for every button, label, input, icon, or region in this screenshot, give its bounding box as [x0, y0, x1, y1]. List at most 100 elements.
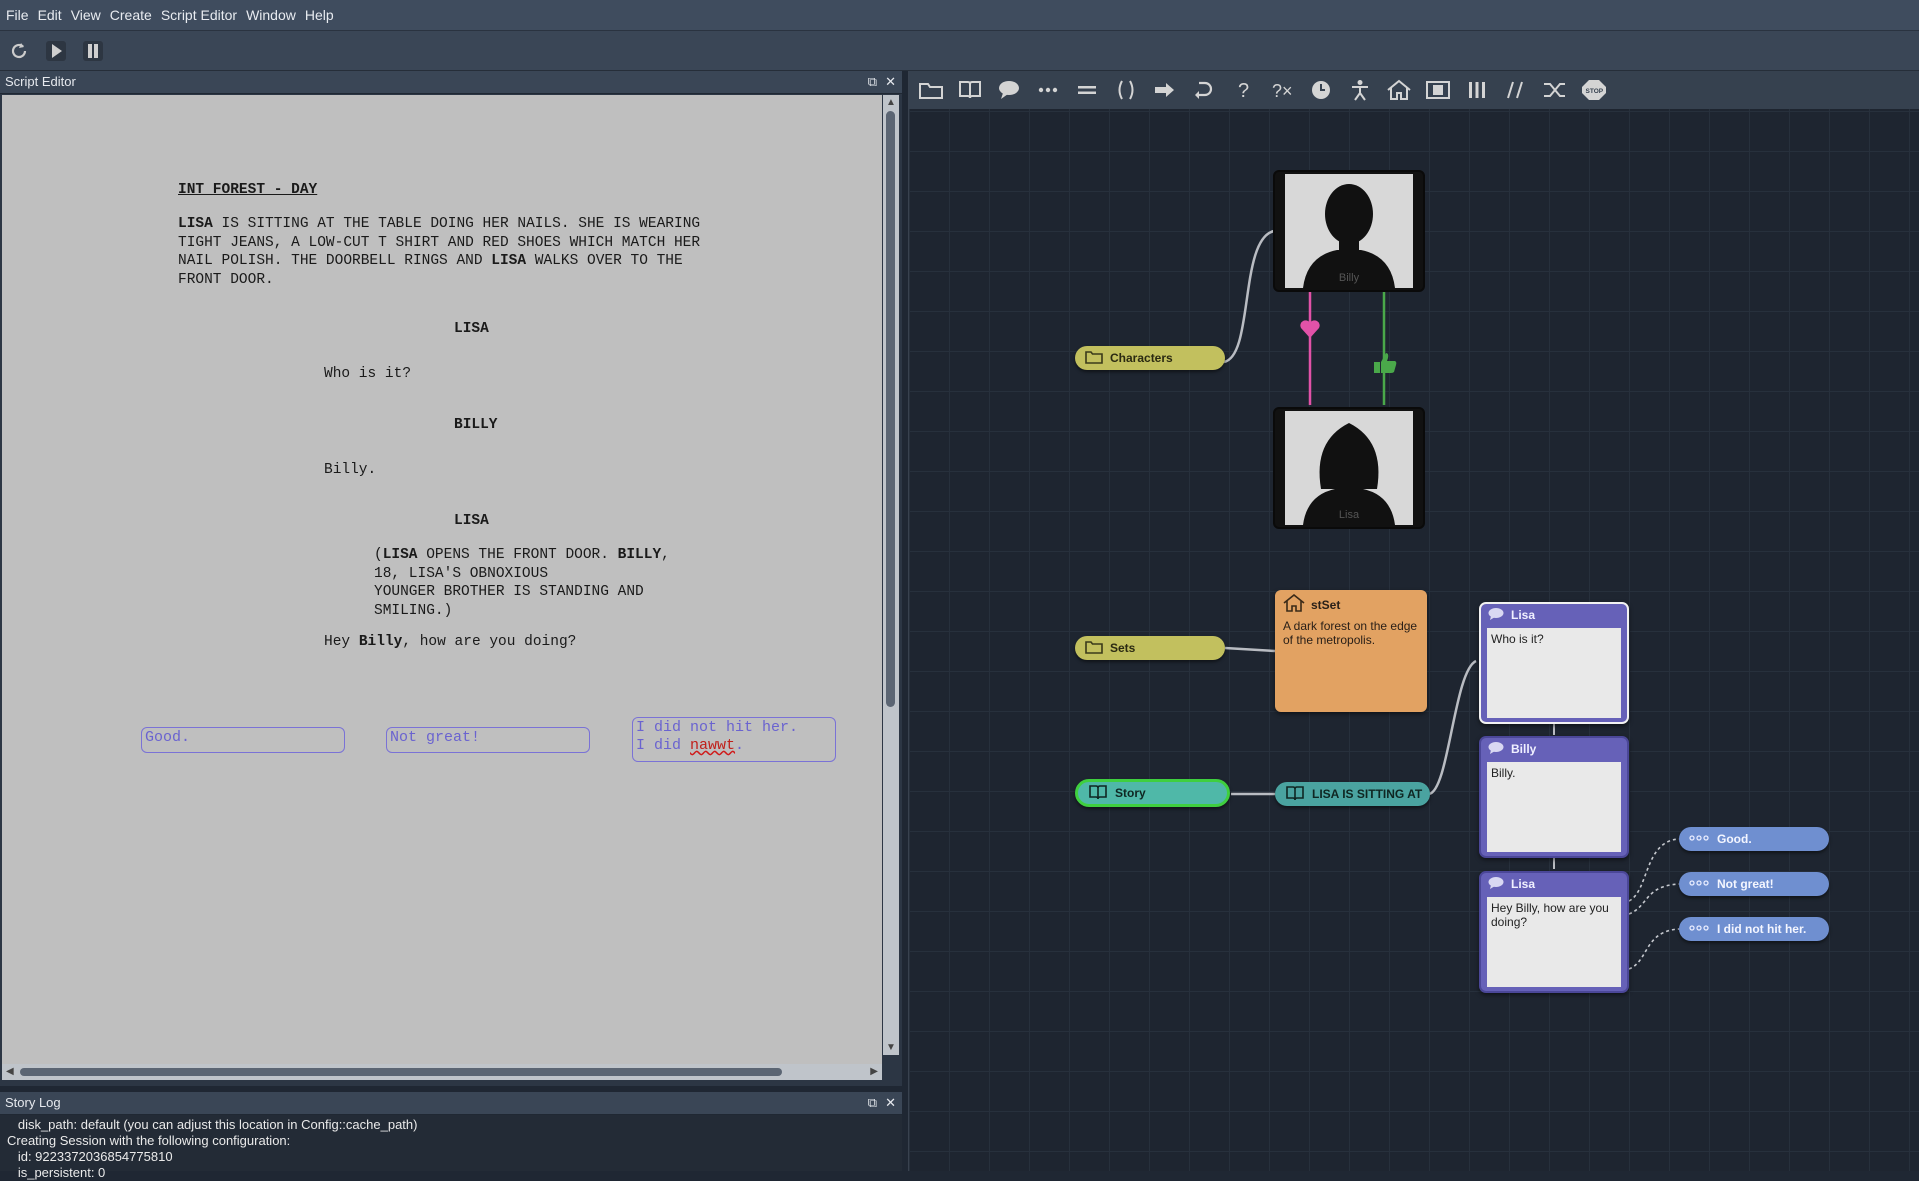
billy-name: Billy	[1338, 272, 1360, 284]
menu-view[interactable]: View	[71, 7, 101, 23]
scene-heading: INT FOREST - DAY	[178, 182, 318, 198]
ellipsis-icon	[1689, 877, 1709, 891]
person-icon[interactable]	[1346, 76, 1374, 104]
character-cue-lisa-2: LISA	[454, 513, 489, 529]
ellipsis-icon[interactable]	[1034, 76, 1062, 104]
script-editor-header: Script Editor ⧉ ✕	[0, 71, 902, 94]
script-line: NAIL POLISH. THE DOORBELL RINGS AND LISA…	[178, 253, 683, 269]
ellipsis-icon	[1689, 832, 1709, 846]
choice-box-1[interactable]: Good.	[141, 727, 345, 753]
choice-3-line-2-end: .	[735, 737, 745, 754]
choice-3-line-2-start: I did	[636, 737, 691, 754]
choice-node-good[interactable]: Good.	[1679, 827, 1829, 851]
choice-label: I did not hit her.	[1717, 922, 1807, 936]
shuffle-icon[interactable]	[1541, 76, 1569, 104]
clock-icon[interactable]	[1307, 76, 1335, 104]
folder-icon	[1085, 640, 1103, 657]
log-line: id: 9223372036854775810	[7, 1149, 173, 1164]
horizontal-scrollbar[interactable]: ◀ ▶	[2, 1064, 882, 1080]
scroll-up-icon[interactable]: ▲	[886, 97, 896, 108]
folder-icon	[1085, 350, 1103, 367]
choice-box-3[interactable]: I did not hit her. I did nawwt.	[632, 717, 836, 762]
book-icon	[1285, 785, 1305, 804]
horizontal-scroll-thumb[interactable]	[20, 1068, 782, 1076]
story-node[interactable]: Story	[1075, 779, 1230, 807]
vertical-scrollbar[interactable]: ▲ ▼	[883, 95, 899, 1055]
home-icon[interactable]	[1385, 76, 1413, 104]
parenthetical-block: (LISA OPENS THE FRONT DOOR. BILLY, 18, LI…	[374, 546, 670, 620]
close-panel-icon[interactable]: ✕	[885, 71, 896, 93]
book-icon[interactable]	[956, 76, 984, 104]
question-x-icon[interactable]: ?×	[1268, 76, 1296, 104]
dialog-text[interactable]: Billy.	[1487, 762, 1621, 852]
choice-node-did-not-hit[interactable]: I did not hit her.	[1679, 917, 1829, 941]
menu-create[interactable]: Create	[110, 7, 152, 23]
dialogue-line-2: Billy.	[324, 462, 377, 478]
loop-arrow-icon[interactable]	[1190, 76, 1218, 104]
dialog-speaker: Billy	[1511, 742, 1537, 756]
log-line: is_persistent: 0	[7, 1165, 106, 1180]
equals-icon[interactable]	[1073, 76, 1101, 104]
folder-icon[interactable]	[917, 76, 945, 104]
story-log-panel: Story Log ⧉ ✕ disk_path: default (you ca…	[0, 1092, 902, 1180]
script-editor-title: Script Editor	[5, 74, 76, 89]
choice-node-not-great[interactable]: Not great!	[1679, 872, 1829, 896]
dialog-text[interactable]: Hey Billy, how are you doing?	[1487, 897, 1621, 987]
misspelled-word[interactable]: nawwt	[690, 737, 735, 754]
close-log-icon[interactable]: ✕	[885, 1092, 896, 1114]
question-icon[interactable]: ?	[1229, 76, 1257, 104]
menu-help[interactable]: Help	[305, 7, 334, 23]
float-log-icon[interactable]: ⧉	[868, 1092, 877, 1114]
float-panel-icon[interactable]: ⧉	[868, 71, 877, 93]
menu-edit[interactable]: Edit	[38, 7, 62, 23]
log-line: Creating Session with the following conf…	[7, 1133, 291, 1148]
set-node[interactable]: stSet A dark forest on the edge of the m…	[1275, 590, 1427, 712]
story-log-title: Story Log	[5, 1095, 61, 1110]
story-log-header: Story Log ⧉ ✕	[0, 1092, 902, 1115]
female-silhouette-icon	[1303, 423, 1395, 525]
parentheses-icon[interactable]	[1112, 76, 1140, 104]
dialog-text[interactable]: Who is it?	[1487, 628, 1621, 718]
vertical-scroll-thumb[interactable]	[886, 111, 895, 707]
speech-bubble-icon[interactable]	[995, 76, 1023, 104]
main-toolbar	[0, 31, 1919, 71]
scroll-down-icon[interactable]: ▼	[886, 1042, 896, 1053]
script-page[interactable]: INT FOREST - DAY LISA IS SITTING AT THE …	[2, 95, 882, 1071]
dialog-speaker: Lisa	[1511, 877, 1536, 891]
columns-icon[interactable]	[1463, 76, 1491, 104]
heart-icon	[1299, 319, 1321, 344]
choice-label: Not great!	[1717, 877, 1774, 891]
double-slash-icon[interactable]	[1502, 76, 1530, 104]
script-line: LISA IS SITTING AT THE TABLE DOING HER N…	[178, 216, 701, 232]
speech-bubble-icon	[1487, 607, 1505, 624]
thumbs-up-icon	[1372, 351, 1398, 380]
story-log-body[interactable]: disk_path: default (you can adjust this …	[0, 1115, 902, 1181]
dialogue-line-3: Hey Billy, how are you doing?	[324, 634, 577, 650]
character-cue-billy: BILLY	[454, 417, 498, 433]
choice-box-2[interactable]: Not great!	[386, 727, 590, 753]
stop-icon[interactable]: STOP	[1580, 76, 1608, 104]
refresh-icon[interactable]	[6, 38, 32, 64]
lisa-character-node[interactable]: Lisa	[1273, 407, 1425, 529]
pause-icon[interactable]	[80, 38, 106, 64]
menu-file[interactable]: File	[6, 7, 29, 23]
play-icon[interactable]	[43, 38, 69, 64]
scroll-left-icon[interactable]: ◀	[6, 1066, 14, 1077]
sets-node[interactable]: Sets	[1075, 636, 1225, 660]
choice-3-line-1: I did not hit her.	[636, 719, 799, 736]
film-icon[interactable]	[1424, 76, 1452, 104]
scroll-right-icon[interactable]: ▶	[870, 1066, 878, 1077]
dialog-node-billy[interactable]: Billy Billy.	[1479, 736, 1629, 858]
script-editor-panel: Script Editor ⧉ ✕ INT FOREST - DAY LISA …	[0, 71, 902, 1086]
scene-node[interactable]: LISA IS SITTING AT	[1275, 782, 1430, 806]
speech-bubble-icon	[1487, 876, 1505, 893]
dialog-node-lisa-2[interactable]: Lisa Hey Billy, how are you doing?	[1479, 871, 1629, 993]
billy-character-node[interactable]: Billy	[1273, 170, 1425, 292]
arrow-right-icon[interactable]	[1151, 76, 1179, 104]
script-line: TIGHT JEANS, A LOW-CUT T SHIRT AND RED S…	[178, 234, 701, 251]
node-graph-canvas[interactable]: ? ?× STOP Characters Billy Lisa Sets stS…	[908, 71, 1919, 1171]
characters-node[interactable]: Characters	[1075, 346, 1225, 370]
menu-window[interactable]: Window	[246, 7, 296, 23]
menu-script-editor[interactable]: Script Editor	[161, 7, 237, 23]
dialog-node-lisa-1[interactable]: Lisa Who is it?	[1479, 602, 1629, 724]
